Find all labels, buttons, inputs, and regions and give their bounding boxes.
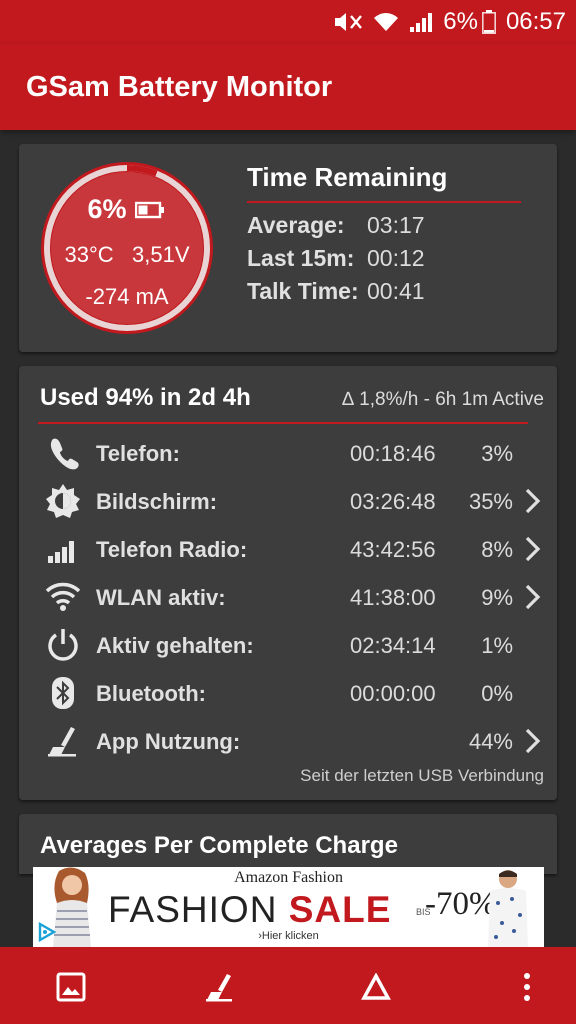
usage-time: 00:00:00 [350,681,436,706]
battery-percent: 6% [87,194,127,224]
usage-card: Used 94% in 2d 4h ∆ 1,8%/h - 6h 1m Activ… [19,366,557,800]
usage-rate: ∆ 1,8%/h - 6h 1m Active [342,389,544,410]
delta-button[interactable] [356,967,396,1007]
usage-percent: 3% [481,441,513,466]
row-label: Average: [247,212,345,238]
usage-title: Used 94% in 2d 4h [40,384,251,411]
chevron-right-icon[interactable] [523,487,543,515]
app-usage-icon [206,974,232,1002]
mute-icon [333,11,363,33]
time-remaining-last15m: Last 15m: 00:12 [247,245,425,272]
status-bar: 6% 06:57 [0,0,576,44]
row-label: Talk Time: [247,278,359,304]
usage-name: Bluetooth: [96,681,206,706]
app-bar: GSam Battery Monitor [0,44,576,130]
chevron-right-icon[interactable] [523,535,543,563]
usage-row-bildschirm[interactable]: Bildschirm: 03:26:48 35% [19,477,557,525]
ad-link[interactable]: ›Hier klicken [33,930,544,942]
battery-temperature: 33°C [64,242,114,267]
ad-headline: FASHION SALE [108,889,391,931]
battery-gauge[interactable]: 6% 33°C 3,51V -274 mA [39,160,215,336]
ad-model-man-image [488,870,528,947]
chevron-right-icon[interactable] [523,727,543,755]
power-icon [45,627,81,663]
brightness-icon [45,483,81,519]
row-value: 03:17 [367,212,425,238]
usage-name: Telefon Radio: [96,537,248,562]
usage-row-telefon[interactable]: Telefon: 00:18:46 3% [19,429,557,477]
usage-name: App Nutzung: [96,729,241,754]
usage-row-aktiv-gehalten[interactable]: Aktiv gehalten: 02:34:14 1% [19,621,557,669]
usage-row-wlan[interactable]: WLAN aktiv: 41:38:00 9% [19,573,557,621]
image-icon [56,972,86,1002]
usage-percent: 9% [481,585,513,610]
row-value: 00:12 [367,245,425,271]
overflow-menu-icon [524,973,530,1001]
bluetooth-icon [45,675,81,711]
wifi-icon [373,11,399,33]
status-time: 06:57 [505,8,566,35]
delta-icon [361,973,391,1000]
usage-row-bluetooth[interactable]: Bluetooth: 00:00:00 0% [19,669,557,717]
usage-time: 02:34:14 [350,633,436,658]
phone-icon [45,435,81,471]
usage-time: 03:26:48 [350,489,436,514]
usage-time: 41:38:00 [350,585,436,610]
divider [247,201,521,203]
usage-name: Telefon: [96,441,180,466]
battery-voltage: 3,51V [132,242,190,267]
app-usage-button[interactable] [200,967,240,1007]
usage-name: Aktiv gehalten: [96,633,254,658]
app-title: GSam Battery Monitor [26,70,333,103]
wifi-icon [45,579,81,615]
signal-icon [409,11,433,33]
chevron-right-icon[interactable] [523,583,543,611]
usage-percent: 1% [481,633,513,658]
usage-row-app-nutzung[interactable]: App Nutzung: 44% [19,717,557,765]
status-battery-percent: 6% [443,8,478,35]
ad-banner[interactable]: Amazon Fashion FASHION SALE BIS -70% ›Hi… [33,867,544,947]
adchoices-icon[interactable] [37,922,57,942]
battery-icon [481,10,496,34]
usage-since-note: Seit der letzten USB Verbindung [300,766,544,785]
battery-icon [134,201,164,218]
row-label: Last 15m: [247,245,355,271]
signal-bars-icon [45,531,81,567]
battery-current: -274 mA [85,284,169,309]
ad-headline-sale: SALE [288,889,392,930]
image-button[interactable] [51,967,91,1007]
usage-name: Bildschirm: [96,489,218,514]
usage-name: WLAN aktiv: [96,585,226,610]
averages-title: Averages Per Complete Charge [40,832,398,859]
ad-headline-fashion: FASHION [108,889,278,930]
usage-percent: 8% [481,537,513,562]
usage-row-telefon-radio[interactable]: Telefon Radio: 43:42:56 8% [19,525,557,573]
battery-status-card[interactable]: 6% 33°C 3,51V -274 mA Time Remaining Ave… [19,144,557,352]
ad-brand: Amazon Fashion [234,869,343,886]
bottom-action-bar [0,947,576,1024]
usage-percent: 35% [468,489,513,514]
app-usage-icon [45,723,81,759]
overflow-menu-button[interactable] [507,967,547,1007]
time-remaining-talk-time: Talk Time: 00:41 [247,278,425,305]
usage-percent: 44% [468,729,513,754]
usage-time: 00:18:46 [350,441,436,466]
row-value: 00:41 [367,278,425,304]
time-remaining-title: Time Remaining [247,162,448,192]
divider [38,422,528,424]
usage-time: 43:42:56 [350,537,436,562]
usage-percent: 0% [481,681,513,706]
time-remaining-average: Average: 03:17 [247,212,425,239]
averages-card[interactable]: Averages Per Complete Charge [19,814,557,874]
